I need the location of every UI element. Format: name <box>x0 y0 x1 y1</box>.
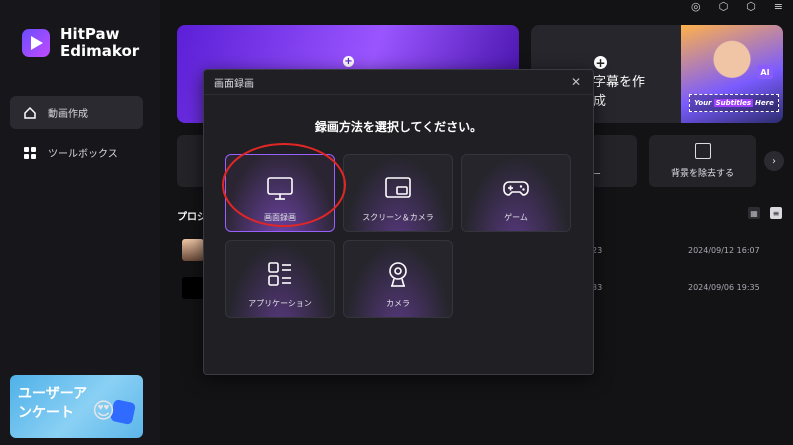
option-label: スクリーン＆カメラ <box>362 213 434 222</box>
ai-badge: AI <box>757 65 773 79</box>
sidebar: HitPaw Edimakor 動画作成 ツールボックス ユーザーア ンケート … <box>0 0 160 445</box>
view-toggle: ▦ ≡ <box>748 207 782 219</box>
monitor-icon <box>267 177 293 200</box>
option-application[interactable]: アプリケーション <box>225 240 335 318</box>
hitpaw-logo-icon <box>22 29 50 57</box>
gamepad-icon <box>503 181 529 196</box>
option-label: 画面録画 <box>264 213 296 222</box>
dialog-title: 画面録画 <box>214 78 254 90</box>
app-logo: HitPaw Edimakor <box>22 26 139 60</box>
remove-background-tool[interactable]: 背景を除去する <box>649 135 756 187</box>
tool-card[interactable]: ー <box>590 135 637 187</box>
home-icon <box>22 105 38 121</box>
option-label: アプリケーション <box>248 299 312 308</box>
project-date: 2024/09/12 16:07 <box>688 246 760 255</box>
option-camera[interactable]: カメラ <box>343 240 453 318</box>
top-bar-icons: ◎ ⬡ ⬡ ≡ <box>691 0 783 13</box>
toolbox-icon <box>22 145 38 161</box>
list-view-icon[interactable]: ≡ <box>770 207 782 219</box>
option-screen-and-camera[interactable]: スクリーン＆カメラ <box>343 154 453 232</box>
app-name: HitPaw Edimakor <box>60 25 140 60</box>
card-title: 字幕を作 成 <box>593 75 646 109</box>
webcam-icon <box>389 262 407 287</box>
option-screen-record[interactable]: 画面録画 <box>225 154 335 232</box>
project-date: 2024/09/06 19:35 <box>688 283 760 292</box>
option-label: ゲーム <box>504 213 528 222</box>
close-icon[interactable]: ✕ <box>571 75 581 89</box>
account-icon[interactable]: ◎ <box>691 0 701 13</box>
smile-emoji-icon: 😍 <box>92 399 115 424</box>
survey-banner[interactable]: ユーザーア ンケート 😍 <box>10 375 143 438</box>
dialog-header: 画面録画 ✕ <box>204 70 593 95</box>
sidebar-item-create-video[interactable]: 動画作成 <box>10 96 143 129</box>
sidebar-item-label: ツールボックス <box>48 149 118 160</box>
option-game[interactable]: ゲーム <box>461 154 571 232</box>
sidebar-item-label: 動画作成 <box>48 109 88 120</box>
shield-icon[interactable]: ⬡ <box>746 0 756 13</box>
option-label: カメラ <box>386 299 410 308</box>
survey-banner-text: ユーザーア ンケート <box>18 386 88 421</box>
remove-background-icon <box>695 143 711 159</box>
scroll-right-button[interactable]: › <box>764 151 784 171</box>
screen-record-dialog: 画面録画 ✕ 録画方法を選択してください。 画面録画 スクリーン＆カメラ ゲーム <box>203 69 594 375</box>
screen-camera-icon <box>385 177 411 198</box>
project-thumbnail[interactable] <box>182 277 204 299</box>
menu-icon[interactable]: ≡ <box>774 0 783 13</box>
sidebar-item-toolbox[interactable]: ツールボックス <box>10 136 143 169</box>
dialog-heading: 録画方法を選択してください。 <box>314 120 483 134</box>
project-thumbnail[interactable] <box>182 239 204 261</box>
grid-view-icon[interactable]: ▦ <box>748 207 760 219</box>
subtitle-sample: Your Subtitles Here <box>689 94 779 112</box>
gift-icon[interactable]: ⬡ <box>719 0 729 13</box>
plus-icon: + <box>594 55 607 70</box>
plus-icon: + <box>343 56 354 67</box>
app-grid-icon <box>268 262 291 286</box>
